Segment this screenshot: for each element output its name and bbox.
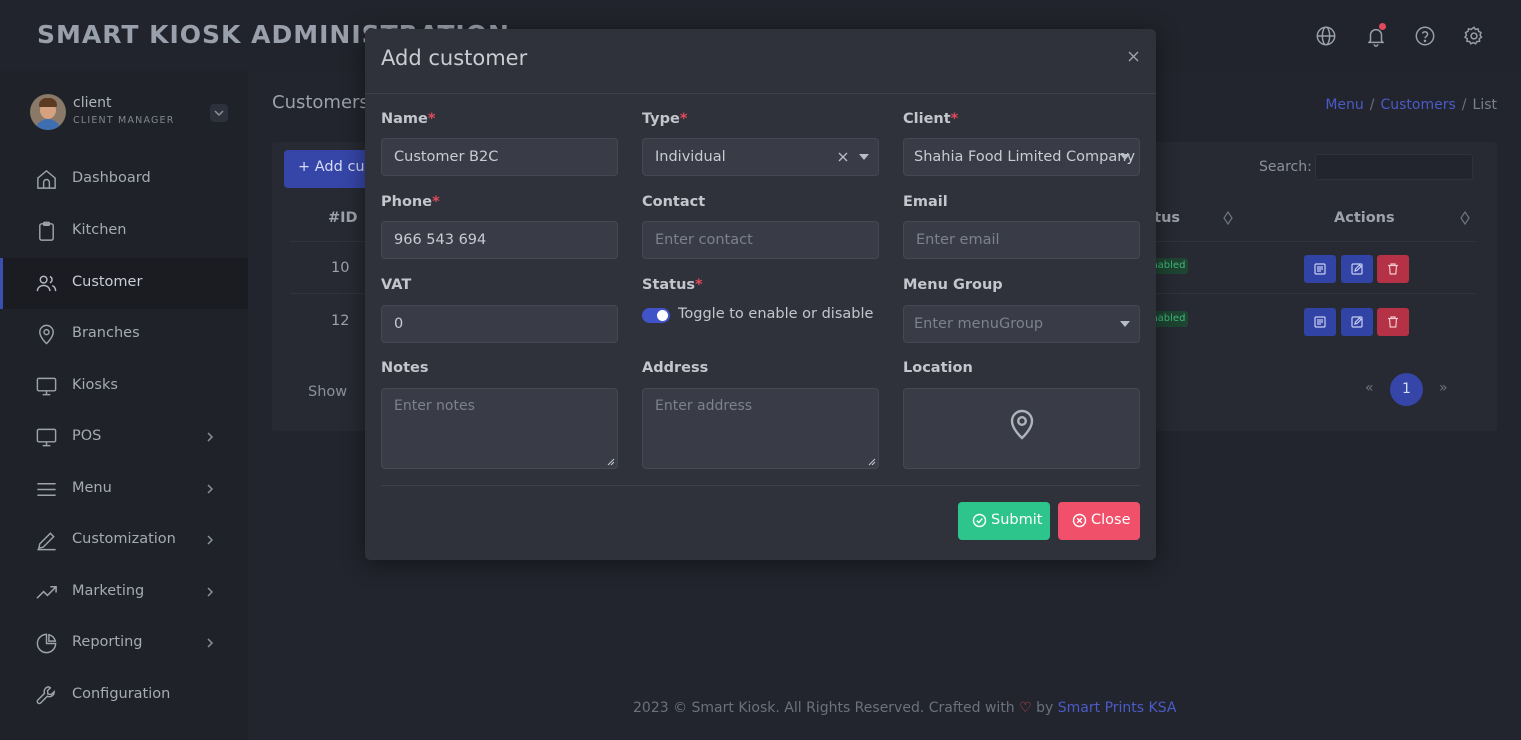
modal-title: Add customer <box>381 46 528 70</box>
resize-handle-icon[interactable] <box>607 458 615 466</box>
menu-group-placeholder: Enter menuGroup <box>914 316 1044 332</box>
menu-group-label: Menu Group <box>903 277 1003 293</box>
type-select-value: Individual <box>655 149 726 165</box>
vat-field[interactable]: 0 <box>381 305 618 343</box>
caret-down-icon <box>859 154 869 160</box>
map-pin-icon <box>1007 407 1037 441</box>
status-toggle-label: Toggle to enable or disable <box>678 306 874 322</box>
resize-handle-icon[interactable] <box>868 458 876 466</box>
submit-button[interactable]: Submit <box>958 502 1050 540</box>
vat-label: VAT <box>381 277 412 293</box>
divider <box>381 485 1140 486</box>
close-icon[interactable] <box>1126 49 1141 64</box>
email-field[interactable]: Enter email <box>903 221 1140 259</box>
client-select-value: Shahia Food Limited Company <box>914 149 1136 165</box>
submit-button-label: Submit <box>991 512 1043 528</box>
location-picker[interactable] <box>903 388 1140 469</box>
phone-label: Phone* <box>381 194 440 210</box>
check-circle-icon <box>972 513 987 528</box>
clear-icon[interactable] <box>838 152 848 162</box>
client-select[interactable]: Shahia Food Limited Company <box>903 138 1140 176</box>
location-label: Location <box>903 360 973 376</box>
status-label: Status* <box>642 277 703 293</box>
name-label: Name* <box>381 111 436 127</box>
phone-field[interactable]: 966 543 694 <box>381 221 618 259</box>
contact-field[interactable]: Enter contact <box>642 221 879 259</box>
name-field[interactable]: Customer B2C <box>381 138 618 176</box>
notes-textarea[interactable]: Enter notes <box>381 388 618 469</box>
email-label: Email <box>903 194 948 210</box>
type-label: Type* <box>642 111 688 127</box>
divider <box>365 93 1156 94</box>
notes-placeholder: Enter notes <box>394 398 475 414</box>
close-button[interactable]: Close <box>1058 502 1140 540</box>
status-toggle[interactable] <box>642 308 670 323</box>
contact-label: Contact <box>642 194 706 210</box>
address-textarea[interactable]: Enter address <box>642 388 879 469</box>
menu-group-select[interactable]: Enter menuGroup <box>903 305 1140 343</box>
caret-down-icon <box>1120 321 1130 327</box>
add-customer-modal: Add customer Name* Customer B2C Type* In… <box>365 29 1156 560</box>
caret-down-icon <box>1120 154 1130 160</box>
close-button-label: Close <box>1091 512 1131 528</box>
toggle-knob <box>657 310 668 321</box>
notes-label: Notes <box>381 360 429 376</box>
address-label: Address <box>642 360 709 376</box>
type-select[interactable]: Individual <box>642 138 879 176</box>
address-placeholder: Enter address <box>655 398 753 414</box>
client-label: Client* <box>903 111 959 127</box>
x-circle-icon <box>1072 513 1087 528</box>
